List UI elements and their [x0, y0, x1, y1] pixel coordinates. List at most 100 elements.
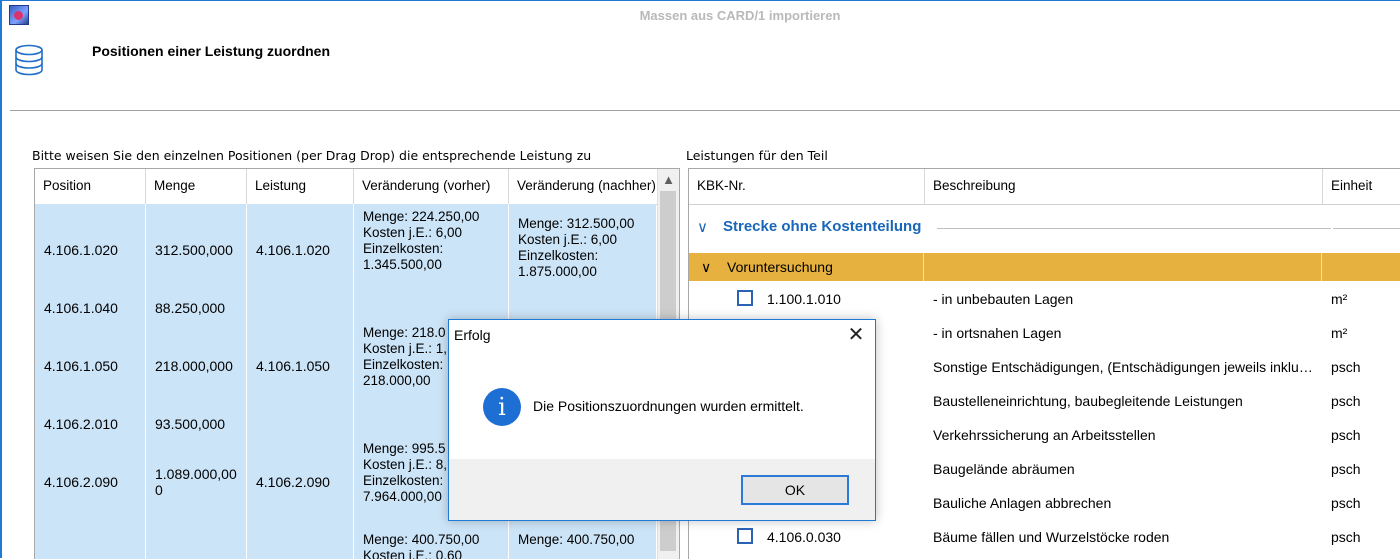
cell-leistung: 4.106.2.090 — [247, 436, 354, 527]
cell-leistung: 4.106.1.020 — [247, 204, 354, 295]
cell-position — [35, 527, 146, 559]
item-unit: psch — [1331, 495, 1361, 511]
right-caption: Leistungen für den Teil — [686, 148, 828, 163]
group-divider — [937, 228, 1331, 229]
success-dialog[interactable]: Erfolg ✕ i Die Positionszuordnungen wurd… — [448, 319, 876, 521]
cell-text: 93.500,000 — [155, 415, 226, 432]
chevron-down-icon[interactable]: ∨ — [701, 253, 711, 281]
cell-menge: 218.000,000 — [146, 320, 247, 411]
cell-leistung: 4.106.1.050 — [247, 320, 354, 411]
item-checkbox[interactable] — [737, 290, 753, 306]
cell-nachher: Menge: 312.500,00 Kosten j.E.: 6,00 Einzel… — [509, 204, 659, 295]
item-unit: m² — [1331, 325, 1348, 341]
item-checkbox[interactable] — [737, 528, 753, 544]
table-row[interactable]: 4.106.1.020 312.500,000 4.106.1.020 Menge: … — [35, 204, 659, 296]
cell-menge: 1.089.000,00 0 — [146, 436, 247, 527]
item-unit: psch — [1331, 427, 1361, 443]
cell-line: Menge: 312.500,00 — [518, 216, 635, 231]
cell-line: Kosten j.E.: 1, — [363, 341, 448, 356]
cell-menge: 312.500,000 — [146, 204, 247, 295]
cell-text: 4.106.2.010 — [44, 415, 118, 432]
item-unit: psch — [1331, 461, 1361, 477]
group-header[interactable]: ∨ Strecke ohne Kostenteilung — [689, 214, 1400, 242]
subgroup-header[interactable]: ∨ Voruntersuchung — [689, 253, 1400, 281]
cell-line: Menge: 218.0 — [363, 325, 446, 340]
table-row[interactable]: 4.106.1.040 88.250,000 — [35, 295, 659, 321]
cell-text: 4.106.1.050 — [44, 357, 118, 374]
column-header-vorher[interactable]: Veränderung (vorher) — [354, 169, 509, 204]
cell-line: Einzelkosten: — [363, 241, 444, 256]
cell-line: 218.000,00 — [363, 373, 431, 388]
subgroup-title: Voruntersuchung — [727, 259, 833, 275]
database-icon — [15, 44, 43, 76]
table-row[interactable]: Menge: 400.750,00 Kosten j.E.: 0,60 Menge:… — [35, 527, 659, 559]
cell-leistung — [247, 527, 354, 559]
item-description: Sonstige Entschädigungen, (Entschädigung… — [933, 359, 1315, 375]
left-caption: Bitte weisen Sie den einzelnen Positione… — [32, 148, 592, 163]
cell-text: 4.106.2.090 — [256, 473, 330, 490]
column-header-nachher[interactable]: Veränderung (nachher) — [509, 169, 659, 204]
cell-text: 4.106.1.020 — [44, 241, 118, 258]
cell-text: 88.250,000 — [155, 299, 226, 316]
cell-line: 1.345.500,00 — [363, 257, 442, 272]
cell-vorher: Menge: 400.750,00 Kosten j.E.: 0,60 — [354, 527, 509, 559]
positions-grid-header: Position Menge Leistung Veränderung (vor… — [35, 169, 659, 205]
cell-line: 7.964.000,00 — [363, 489, 442, 504]
item-description: - in ortsnahen Lagen — [933, 325, 1062, 341]
cell-nachher — [509, 295, 659, 320]
cell-line: Einzelkosten: — [363, 473, 444, 488]
cell-text: 4.106.2.090 — [44, 473, 118, 490]
column-header-einheit[interactable]: Einheit — [1323, 169, 1400, 204]
cell-menge: 93.500,000 — [146, 411, 247, 436]
column-divider — [923, 253, 924, 281]
info-icon: i — [483, 388, 521, 426]
cell-text: 1.089.000,00 0 — [155, 465, 237, 498]
group-divider — [1333, 228, 1400, 229]
column-header-kbk[interactable]: KBK-Nr. — [689, 169, 925, 204]
cell-line: Menge: 995.5 — [363, 441, 446, 456]
ok-button[interactable]: OK — [741, 475, 849, 505]
header-divider-highlight — [10, 111, 1400, 112]
cell-line: Kosten j.E.: 0,60 — [363, 548, 463, 559]
item-description: - in unbebauten Lagen — [933, 291, 1074, 307]
cell-text: 218.000,000 — [155, 357, 233, 374]
cell-position: 4.106.1.050 — [35, 320, 146, 411]
cell-line: Kosten j.E.: 8, — [363, 457, 448, 472]
cell-menge — [146, 527, 247, 559]
item-unit: psch — [1331, 359, 1361, 375]
item-description: Verkehrssicherung an Arbeitsstellen — [933, 427, 1156, 443]
cell-line: 1.875.000,00 — [518, 264, 597, 279]
column-header-menge[interactable]: Menge — [146, 169, 247, 204]
column-header-position[interactable]: Position — [35, 169, 146, 204]
cell-leistung — [247, 411, 354, 436]
cell-menge: 88.250,000 — [146, 295, 247, 320]
item-description: Baustelleneinrichtung, baubegleitende Le… — [933, 393, 1243, 409]
item-kbk: 1.100.1.010 — [767, 291, 841, 307]
list-item[interactable]: 4.106.0.030 Bäume fällen und Wurzelstöcke… — [689, 520, 1400, 554]
cell-vorher: Menge: 224.250,00 Kosten j.E.: 6,00 Einzel… — [354, 204, 509, 295]
group-title: Strecke ohne Kostenteilung — [723, 218, 922, 235]
chevron-down-icon[interactable]: ∨ — [697, 218, 708, 236]
services-grid-header: KBK-Nr. Beschreibung Einheit — [689, 169, 1400, 205]
scroll-up-icon[interactable]: ▲ — [658, 169, 679, 190]
cell-text: 4.106.1.040 — [44, 299, 118, 316]
column-header-leistung[interactable]: Leistung — [247, 169, 354, 204]
close-icon[interactable]: ✕ — [845, 324, 867, 346]
column-header-beschreibung[interactable]: Beschreibung — [925, 169, 1323, 204]
list-item[interactable]: 1.100.1.010 - in unbebauten Lagen m² — [689, 282, 1400, 316]
cell-line: Kosten j.E.: 6,00 — [363, 225, 463, 240]
cell-line: Menge: 224.250,00 — [363, 209, 480, 224]
cell-line: Menge: 400.750,00 — [518, 532, 635, 547]
item-unit: m² — [1331, 291, 1348, 307]
item-description: Baugelände abräumen — [933, 461, 1075, 477]
cell-leistung — [247, 295, 354, 320]
cell-position: 4.106.2.010 — [35, 411, 146, 436]
item-description: Bäume fällen und Wurzelstöcke roden — [933, 529, 1170, 545]
cell-position: 4.106.2.090 — [35, 436, 146, 527]
window-border-top — [0, 0, 1400, 1]
cell-vorher — [354, 295, 509, 320]
cell-position: 4.106.1.020 — [35, 204, 146, 295]
dialog-message: Die Positionszuordnungen wurden ermittel… — [533, 398, 804, 414]
cell-text: 312.500,000 — [155, 241, 233, 258]
window-border-left — [0, 0, 2, 558]
